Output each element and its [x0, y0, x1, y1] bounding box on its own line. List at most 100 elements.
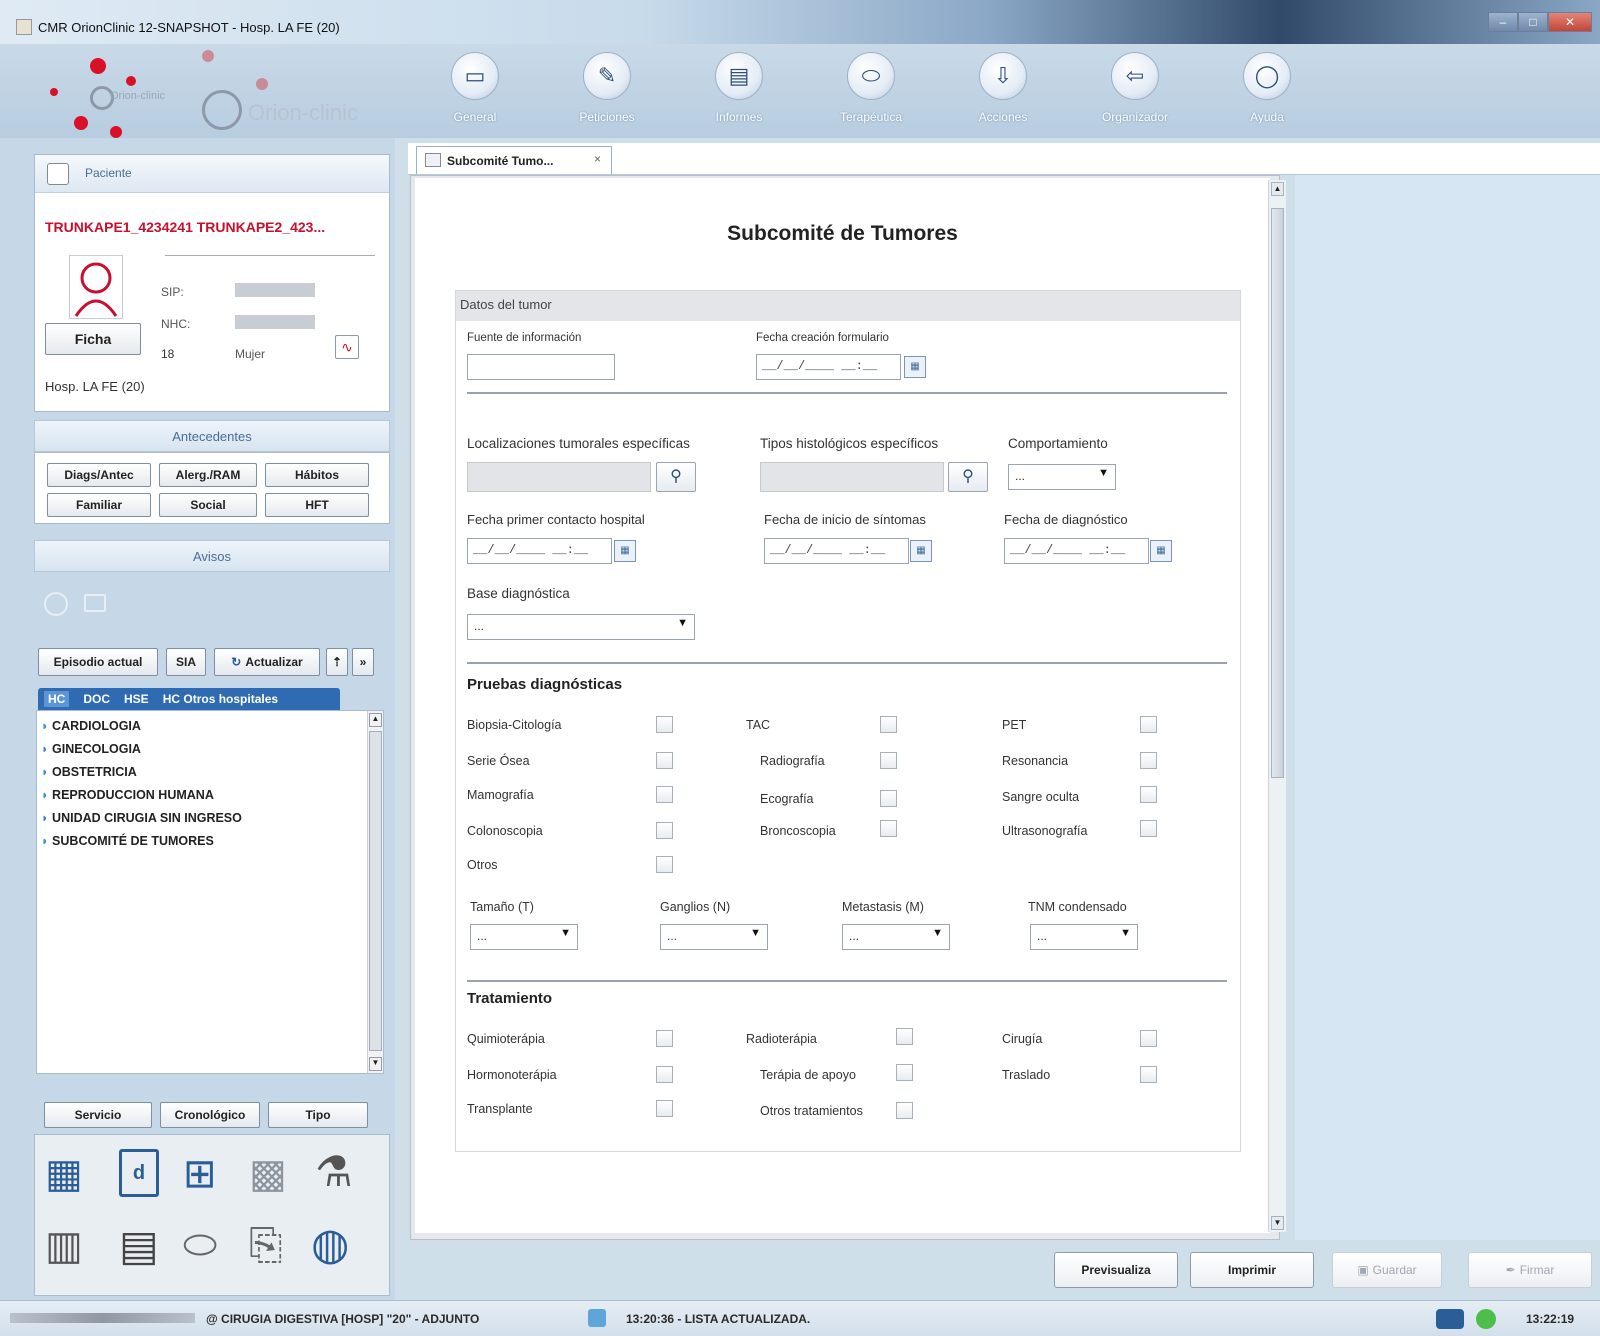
scroll-down-icon[interactable]: ▼ — [369, 1057, 382, 1071]
calendar-icon[interactable]: ▦ — [904, 356, 926, 378]
sign-button[interactable]: ✒ Firmar — [1468, 1252, 1592, 1288]
tab-hc-otros[interactable]: HC Otros hospitales — [163, 692, 278, 706]
search-icon[interactable]: ⚲ — [656, 462, 696, 492]
scroll-up-icon[interactable]: ▲ — [369, 713, 382, 727]
medical-kit-icon[interactable]: ⊞ — [183, 1151, 217, 1197]
tree-item[interactable]: ◗ REPRODUCCION HUMANA — [41, 784, 242, 807]
save-button[interactable]: ▣ Guardar — [1332, 1252, 1442, 1288]
pill-icon[interactable]: ⬭ — [183, 1223, 217, 1268]
hormonoterapia-checkbox[interactable] — [656, 1066, 673, 1083]
flask-icon[interactable]: ⚗ — [315, 1147, 353, 1196]
calendar-icon[interactable]: ▦ — [910, 540, 932, 562]
broncoscopia-checkbox[interactable] — [880, 820, 897, 837]
fuente-input[interactable] — [467, 354, 615, 380]
sort-tipo-button[interactable]: Tipo — [268, 1102, 368, 1128]
tamano-select[interactable]: ... ▼ — [470, 924, 578, 950]
resonancia-checkbox[interactable] — [1140, 752, 1157, 769]
habitos-button[interactable]: Hábitos — [265, 463, 369, 487]
tac-checkbox[interactable] — [880, 716, 897, 733]
ultrasonografia-checkbox[interactable] — [1140, 820, 1157, 837]
hft-button[interactable]: HFT — [265, 493, 369, 517]
fecha-inicio-input[interactable]: __/__/____ __:__ — [764, 538, 909, 564]
otros-tratamientos-checkbox[interactable] — [896, 1102, 913, 1119]
actualizar-button[interactable]: ↻ Actualizar — [214, 648, 320, 676]
familiar-button[interactable]: Familiar — [47, 493, 151, 517]
close-tab-icon[interactable]: × — [594, 152, 601, 166]
close-button[interactable]: ✕ — [1548, 12, 1592, 32]
radiografia-checkbox[interactable] — [880, 752, 897, 769]
paperclip-icon[interactable]: ⎘ — [249, 1221, 283, 1270]
pet-checkbox[interactable] — [1140, 716, 1157, 733]
tree-item[interactable]: ◗ GINECOLOGIA — [41, 738, 242, 761]
clock-icon[interactable] — [44, 592, 68, 616]
vital-signs-icon[interactable]: ∿ — [335, 335, 359, 359]
ganglios-select[interactable]: ... ▼ — [660, 924, 768, 950]
social-button[interactable]: Social — [159, 493, 257, 517]
tree-item[interactable]: ◗ OBSTETRICIA — [41, 761, 242, 784]
tipos-input[interactable] — [760, 462, 944, 492]
traslado-checkbox[interactable] — [1140, 1066, 1157, 1083]
document-d-icon[interactable]: d — [119, 1149, 159, 1197]
xray-icon[interactable]: ▩ — [249, 1151, 287, 1197]
toolbar-ayuda[interactable]: ◯ Ayuda — [1212, 52, 1322, 132]
toolbar-general[interactable]: ▭ General — [420, 52, 530, 132]
expand-right-icon[interactable]: » — [352, 648, 374, 676]
sort-cronologico-button[interactable]: Cronológico — [160, 1102, 260, 1128]
sort-servicio-button[interactable]: Servicio — [44, 1102, 152, 1128]
cirugia-checkbox[interactable] — [1140, 1030, 1157, 1047]
globe-icon[interactable]: ◍ — [311, 1219, 349, 1270]
fecha-diag-input[interactable]: __/__/____ __:__ — [1004, 538, 1149, 564]
tree-item[interactable]: ◗ CARDIOLOGIA — [41, 715, 242, 738]
ecografia-checkbox[interactable] — [880, 790, 897, 807]
print-button[interactable]: Imprimir — [1190, 1252, 1314, 1288]
toolbar-terapeutica[interactable]: ⬭ Terapéutica — [816, 52, 926, 132]
fecha-creacion-input[interactable]: __/__/____ __:__ — [756, 354, 901, 380]
tab-subcomite[interactable]: Subcomité Tumo... × — [416, 146, 612, 174]
scroll-down-icon[interactable]: ▼ — [1271, 1216, 1284, 1230]
localizaciones-input[interactable] — [467, 462, 651, 492]
toolbar-acciones[interactable]: ⇩ Acciones — [948, 52, 1058, 132]
books-icon[interactable]: ▥ — [45, 1223, 83, 1269]
diags-antec-button[interactable]: Diags/Antec — [47, 463, 151, 487]
tree-item[interactable]: ◗ UNIDAD CIRUGIA SIN INGRESO — [41, 807, 242, 830]
serie-osea-checkbox[interactable] — [656, 752, 673, 769]
otros-checkbox[interactable] — [656, 856, 673, 873]
tab-doc[interactable]: DOC — [83, 692, 110, 706]
calendar-icon[interactable]: ▦ — [614, 540, 636, 562]
collapse-up-icon[interactable]: ⇡ — [326, 648, 348, 676]
sia-button[interactable]: SIA — [166, 648, 206, 676]
tab-hse[interactable]: HSE — [124, 692, 149, 706]
ficha-button[interactable]: Ficha — [45, 323, 141, 355]
colonoscopia-checkbox[interactable] — [656, 822, 673, 839]
fecha-contacto-input[interactable]: __/__/____ __:__ — [467, 538, 612, 564]
sangre-oculta-checkbox[interactable] — [1140, 786, 1157, 803]
scroll-up-icon[interactable]: ▲ — [1271, 182, 1284, 196]
calendar-icon[interactable]: ▦ — [1150, 540, 1172, 562]
comportamiento-select[interactable]: ... ▼ — [1008, 464, 1116, 490]
form-scrollbar[interactable]: ▲ ▼ — [1268, 180, 1286, 1232]
message-icon[interactable] — [84, 594, 106, 612]
search-icon[interactable]: ⚲ — [948, 462, 988, 492]
biopsia-checkbox[interactable] — [656, 716, 673, 733]
scroll-thumb[interactable] — [1271, 208, 1284, 778]
tree-item[interactable]: ◗ SUBCOMITÉ DE TUMORES — [41, 830, 242, 853]
quimioterapia-checkbox[interactable] — [656, 1030, 673, 1047]
tab-hc[interactable]: HC — [44, 691, 70, 707]
maximize-button[interactable]: □ — [1518, 12, 1548, 32]
radioterapia-checkbox[interactable] — [896, 1028, 913, 1045]
scroll-thumb[interactable] — [369, 731, 382, 1051]
toolbar-organizador[interactable]: ⇦ Organizador — [1080, 52, 1190, 132]
terapia-apoyo-checkbox[interactable] — [896, 1064, 913, 1081]
preview-button[interactable]: Previsualiza — [1054, 1252, 1178, 1288]
minimize-button[interactable]: – — [1488, 12, 1518, 32]
metastasis-select[interactable]: ... ▼ — [842, 924, 950, 950]
episodio-actual-button[interactable]: Episodio actual — [38, 648, 158, 676]
alergias-button[interactable]: Alerg./RAM — [159, 463, 257, 487]
tnm-select[interactable]: ... ▼ — [1030, 924, 1138, 950]
tree-scrollbar[interactable]: ▲ ▼ — [367, 711, 383, 1073]
toolbar-peticiones[interactable]: ✎ Peticiones — [552, 52, 662, 132]
clipboard-icon[interactable]: ▤ — [119, 1221, 159, 1270]
mamografia-checkbox[interactable] — [656, 786, 673, 803]
toolbar-informes[interactable]: ▤ Informes — [684, 52, 794, 132]
transplante-checkbox[interactable] — [656, 1100, 673, 1117]
